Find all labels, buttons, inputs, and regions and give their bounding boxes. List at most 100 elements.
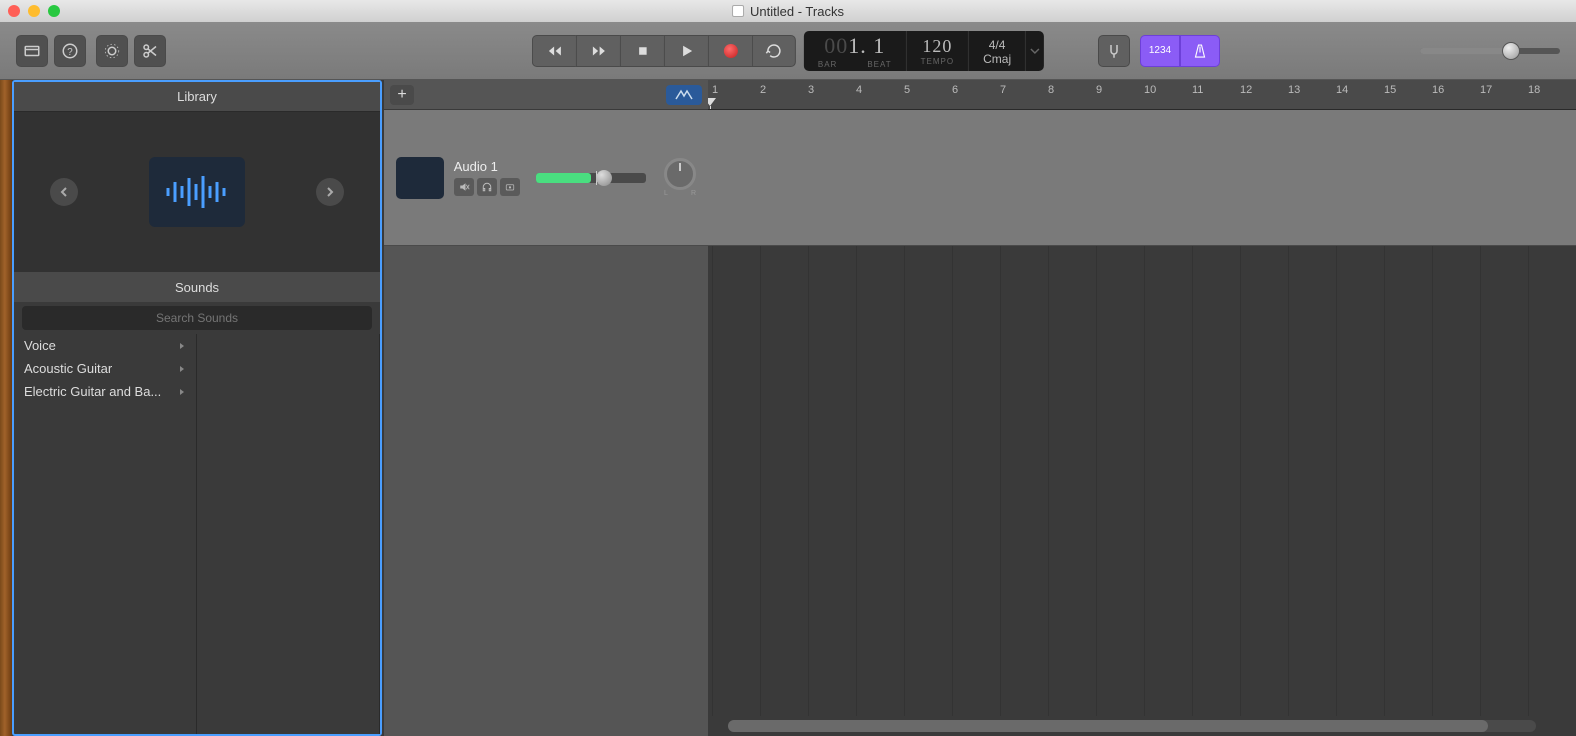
chevron-right-icon	[178, 365, 186, 373]
sounds-header: Sounds	[14, 272, 380, 302]
input-monitor-button[interactable]	[500, 178, 520, 196]
solo-button[interactable]	[477, 178, 497, 196]
library-panel: Library Sounds	[12, 80, 382, 736]
lcd-beat-label: BEAT	[867, 60, 891, 69]
zoom-window-button[interactable]	[48, 5, 60, 17]
pan-right-label: R	[691, 190, 696, 197]
lcd-position: 1. 1	[848, 33, 885, 58]
track-name[interactable]: Audio 1	[454, 159, 520, 174]
lcd-key[interactable]: Cmaj	[983, 52, 1011, 66]
input-icon	[504, 181, 516, 193]
add-track-button[interactable]: +	[390, 85, 414, 105]
editors-button[interactable]	[134, 35, 166, 67]
tuning-fork-icon	[1105, 42, 1123, 60]
ruler-number: 1	[712, 84, 718, 96]
ruler-number: 11	[1192, 84, 1203, 96]
volume-knob[interactable]	[1502, 42, 1520, 60]
volume-fill	[1420, 48, 1511, 54]
count-in-label: 1234	[1149, 45, 1171, 56]
metronome-button[interactable]	[1180, 35, 1220, 67]
library-header: Library	[14, 82, 380, 112]
filter-icon	[674, 89, 694, 101]
gridline	[808, 246, 809, 716]
ruler-number: 9	[1096, 84, 1102, 96]
gridline	[1240, 246, 1241, 716]
chevron-right-icon	[178, 388, 186, 396]
headphones-icon	[481, 181, 493, 193]
ruler-number: 7	[1000, 84, 1006, 96]
window-titlebar: Untitled - Tracks	[0, 0, 1576, 22]
library-prev-button[interactable]	[50, 178, 78, 206]
lcd-tempo-label: TEMPO	[921, 57, 954, 66]
category-label: Electric Guitar and Ba...	[24, 384, 161, 399]
master-volume-slider[interactable]	[1420, 48, 1560, 54]
record-button[interactable]	[708, 35, 752, 67]
category-label: Voice	[24, 338, 56, 353]
timeline-area[interactable]: 123456789101112131415161718	[708, 80, 1576, 736]
gridline	[712, 246, 713, 716]
track-volume-slider[interactable]	[536, 173, 646, 183]
timeline-ruler[interactable]: 123456789101112131415161718	[708, 80, 1576, 110]
timeline-track-lane[interactable]	[708, 110, 1576, 246]
document-icon	[732, 5, 744, 17]
audio-wave-icon	[162, 172, 232, 212]
gridline	[856, 246, 857, 716]
lcd-display[interactable]: 001. 1 BARBEAT 120 TEMPO 4/4 Cmaj	[804, 31, 1044, 71]
rewind-button[interactable]	[532, 35, 576, 67]
mute-icon	[458, 181, 470, 193]
library-next-button[interactable]	[316, 178, 344, 206]
gridline	[1144, 246, 1145, 716]
library-category-item[interactable]: Voice	[14, 334, 196, 357]
tuner-button[interactable]	[1098, 35, 1130, 67]
gridline	[1480, 246, 1481, 716]
horizontal-scrollbar[interactable]	[728, 720, 1536, 732]
lcd-tempo[interactable]: 120	[922, 37, 952, 55]
search-sounds-input[interactable]	[22, 306, 372, 330]
count-in-button[interactable]: 1234	[1140, 35, 1180, 67]
track-header-empty	[384, 246, 708, 736]
category-label: Acoustic Guitar	[24, 361, 112, 376]
track-header[interactable]: Audio 1 LR	[384, 110, 708, 246]
track-type-icon	[396, 157, 444, 199]
lcd-timesig[interactable]: 4/4	[989, 38, 1006, 52]
cycle-button[interactable]	[752, 35, 796, 67]
patch-icon	[149, 157, 245, 227]
forward-button[interactable]	[576, 35, 620, 67]
ruler-number: 16	[1432, 84, 1444, 96]
stop-button[interactable]	[620, 35, 664, 67]
playhead[interactable]	[708, 98, 716, 106]
library-icon	[23, 42, 41, 60]
library-category-item[interactable]: Acoustic Guitar	[14, 357, 196, 380]
mute-button[interactable]	[454, 178, 474, 196]
ruler-number: 17	[1480, 84, 1492, 96]
smart-controls-button[interactable]	[96, 35, 128, 67]
close-window-button[interactable]	[8, 5, 20, 17]
wood-trim-left	[0, 80, 12, 736]
timeline-empty[interactable]	[708, 246, 1576, 736]
rewind-icon	[545, 42, 563, 60]
ruler-number: 18	[1528, 84, 1540, 96]
audio-wave-icon	[400, 165, 440, 191]
track-filter-button[interactable]	[666, 85, 702, 105]
cycle-icon	[765, 42, 783, 60]
ruler-number: 12	[1240, 84, 1252, 96]
quick-help-button[interactable]: ?	[54, 35, 86, 67]
ruler-number: 3	[808, 84, 814, 96]
play-button[interactable]	[664, 35, 708, 67]
track-volume-knob[interactable]	[596, 170, 612, 186]
minimize-window-button[interactable]	[28, 5, 40, 17]
svg-text:?: ?	[67, 46, 73, 57]
ruler-number: 4	[856, 84, 862, 96]
library-categories: Voice Acoustic Guitar Electric Guitar and …	[14, 334, 380, 734]
ruler-number: 2	[760, 84, 766, 96]
lcd-dropdown-button[interactable]	[1026, 31, 1044, 71]
playhead-line	[710, 106, 711, 110]
pan-knob[interactable]	[664, 158, 696, 190]
track-header-area: + Audio 1	[384, 80, 708, 736]
library-toggle-button[interactable]	[16, 35, 48, 67]
transport-controls	[532, 35, 796, 67]
library-category-item[interactable]: Electric Guitar and Ba...	[14, 380, 196, 403]
toolbar: ? 001. 1 BARBEAT 120 TEMPO	[0, 22, 1576, 80]
scrollbar-thumb[interactable]	[728, 720, 1488, 732]
gridline	[1000, 246, 1001, 716]
